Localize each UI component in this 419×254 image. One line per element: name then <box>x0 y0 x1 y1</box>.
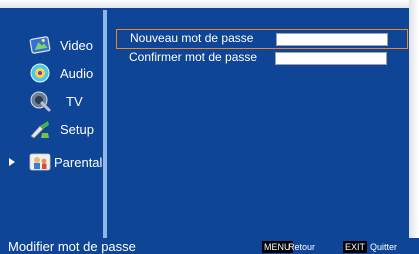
exit-key[interactable]: EXIT <box>343 241 368 253</box>
confirm-password-label: Confirmer mot de passe <box>129 50 258 64</box>
menu-item-audio[interactable]: Audio <box>0 58 103 88</box>
new-password-label: Nouveau mot de passe <box>130 31 254 45</box>
menu-item-setup[interactable]: Setup <box>0 114 103 144</box>
tv-icon <box>28 89 52 113</box>
menu-item-label: Setup <box>60 122 94 137</box>
selection-pointer-icon <box>9 158 15 166</box>
footer-hint: Modifier mot de passe <box>8 239 136 254</box>
new-password-row[interactable]: Nouveau mot de passe <box>116 29 408 49</box>
new-password-field[interactable] <box>276 33 388 46</box>
menu-item-parental[interactable]: Parental <box>0 147 103 177</box>
menu-item-label: Video <box>60 38 94 53</box>
confirm-password-row[interactable]: Confirmer mot de passe <box>116 49 406 67</box>
menu-item-tv[interactable]: TV <box>0 86 103 116</box>
audio-icon <box>28 61 52 85</box>
frame-right <box>409 0 419 254</box>
osd-screen: Video Audio TV Setup Parental Nouveau mo… <box>0 0 419 254</box>
menu-item-label: Audio <box>60 66 94 81</box>
panel-divider <box>103 10 107 238</box>
video-icon <box>28 33 52 57</box>
menu-key-action: Retour <box>288 242 316 252</box>
menu-item-video[interactable]: Video <box>0 30 103 60</box>
frame-top <box>0 0 419 8</box>
setup-icon <box>28 117 52 141</box>
menu-item-label: TV <box>66 94 83 109</box>
parental-icon <box>28 150 52 174</box>
menu-item-label: Parental <box>54 155 103 170</box>
footer-bar: Modifier mot de passe MENU Retour EXIT Q… <box>0 238 419 254</box>
exit-key-action: Quitter <box>370 242 398 252</box>
confirm-password-field[interactable] <box>275 52 387 65</box>
